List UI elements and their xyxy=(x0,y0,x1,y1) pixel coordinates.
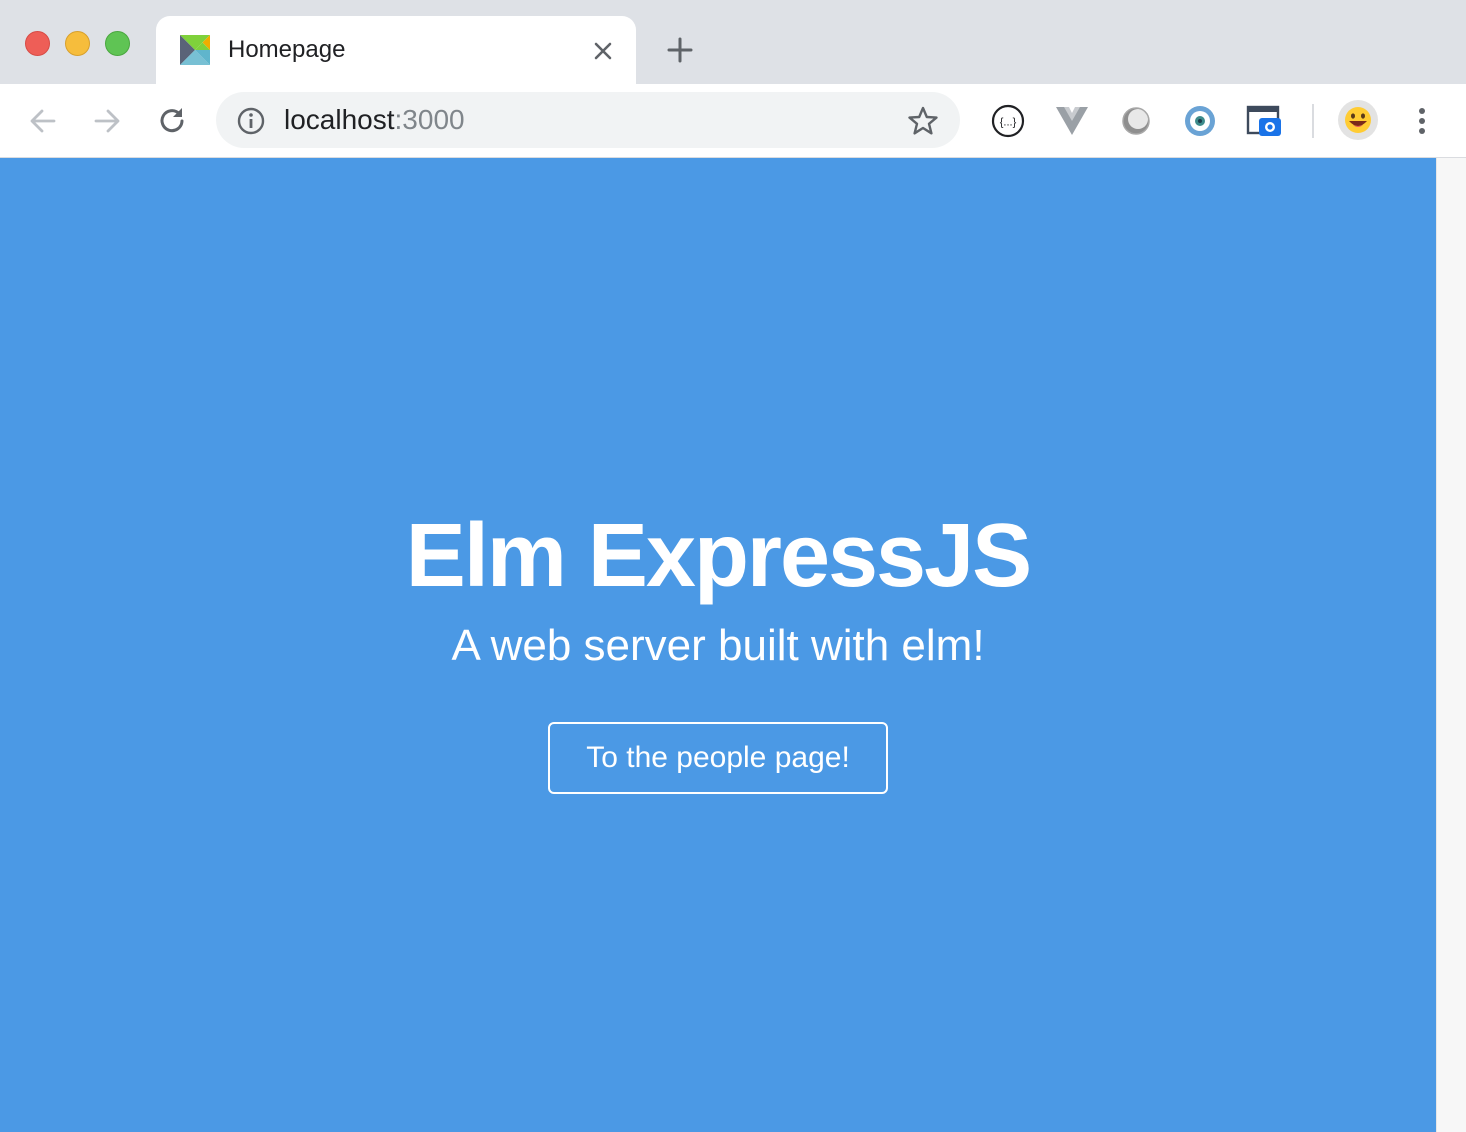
info-icon[interactable] xyxy=(236,106,266,136)
people-page-button[interactable]: To the people page! xyxy=(548,722,888,794)
reload-icon[interactable] xyxy=(155,104,189,138)
new-tab-icon[interactable] xyxy=(664,34,696,66)
kebab-menu-icon[interactable] xyxy=(1408,104,1436,138)
toolbar-separator xyxy=(1312,104,1314,138)
emoji-avatar-icon xyxy=(1345,107,1371,133)
browser-tab-active[interactable]: Homepage xyxy=(156,16,636,84)
page-subtitle: A web server built with elm! xyxy=(451,621,985,670)
url-port: :3000 xyxy=(394,104,465,135)
ball-extension-icon[interactable] xyxy=(1117,102,1155,140)
eye-extension-icon[interactable] xyxy=(1181,102,1219,140)
svg-text:{...}: {...} xyxy=(1000,117,1017,129)
screenshot-extension-icon[interactable] xyxy=(1245,102,1283,140)
window-maximize-button[interactable] xyxy=(105,31,130,56)
page-viewport: Elm ExpressJS A web server built with el… xyxy=(0,158,1436,1132)
address-bar[interactable]: localhost:3000 xyxy=(216,92,960,148)
forward-arrow-icon[interactable] xyxy=(90,104,124,138)
url-host: localhost xyxy=(284,104,395,135)
json-formatter-icon[interactable]: {...} xyxy=(989,102,1027,140)
star-icon[interactable] xyxy=(906,104,940,138)
browser-toolbar: localhost:3000 {...} xyxy=(0,84,1466,158)
elm-tangram-icon xyxy=(180,35,210,65)
page-title: Elm ExpressJS xyxy=(405,506,1032,606)
back-arrow-icon[interactable] xyxy=(26,104,60,138)
window-minimize-button[interactable] xyxy=(65,31,90,56)
vue-devtools-icon[interactable] xyxy=(1053,102,1091,140)
close-tab-icon[interactable] xyxy=(590,38,616,64)
profile-avatar[interactable] xyxy=(1338,100,1378,140)
tab-title: Homepage xyxy=(228,36,346,63)
address-url[interactable]: localhost:3000 xyxy=(284,105,465,135)
window-close-button[interactable] xyxy=(25,31,50,56)
page-scrollbar[interactable] xyxy=(1436,158,1466,1132)
browser-tabstrip: Homepage xyxy=(0,0,1466,84)
